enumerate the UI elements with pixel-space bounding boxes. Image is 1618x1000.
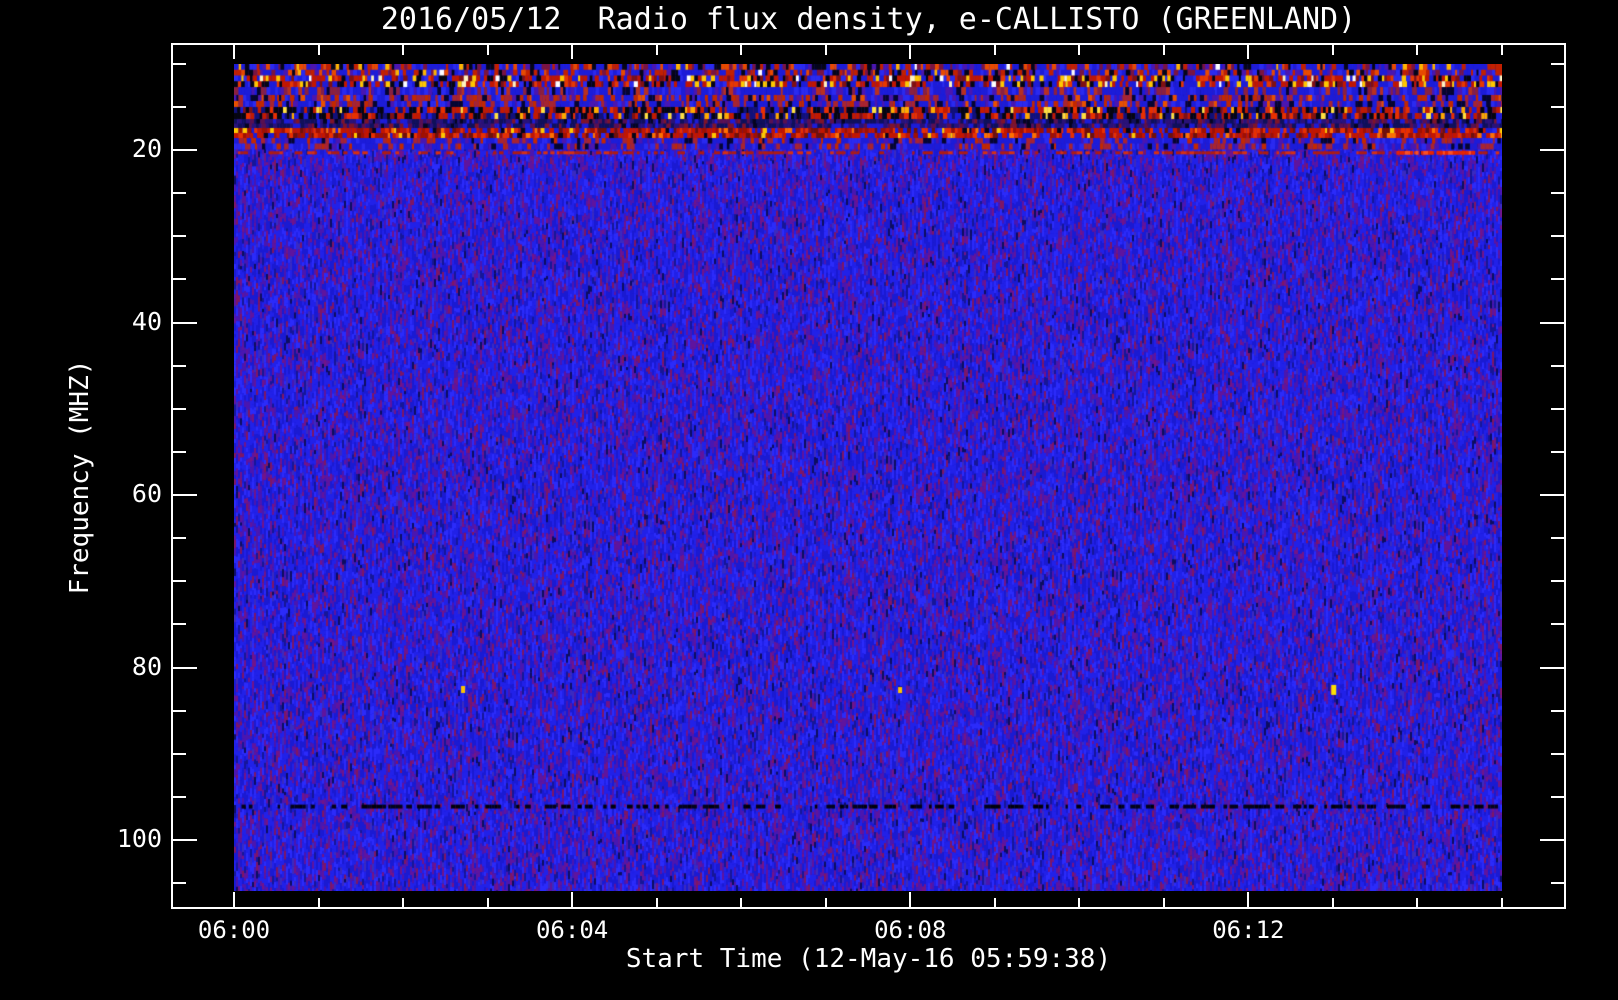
y-minor-tick-right	[1551, 580, 1564, 583]
y-minor-tick	[173, 795, 186, 798]
y-minor-tick-right	[1551, 105, 1564, 108]
x-minor-tick	[655, 898, 658, 907]
y-minor-tick-right	[1551, 62, 1564, 65]
x-major-tick	[1247, 892, 1250, 907]
x-major-tick-top	[909, 45, 912, 59]
spectrogram-page: 2016/05/12 Radio flux density, e-CALLIST…	[0, 0, 1618, 1000]
x-tick-label: 06:12	[1212, 916, 1285, 944]
x-minor-tick	[993, 898, 996, 907]
y-minor-tick	[173, 882, 186, 885]
y-minor-tick	[173, 623, 186, 626]
y-major-tick	[173, 321, 197, 324]
y-minor-tick	[173, 752, 186, 755]
x-major-tick	[571, 892, 574, 907]
x-axis-title: Start Time (12-May-16 05:59:38)	[625, 944, 1112, 974]
x-major-tick	[233, 892, 235, 907]
y-major-tick-right	[1540, 321, 1564, 324]
y-tick-label: 60	[131, 479, 162, 508]
x-minor-tick-top	[1078, 45, 1081, 55]
x-minor-tick	[1416, 898, 1419, 907]
y-major-tick	[173, 666, 197, 669]
y-tick-label: 40	[131, 306, 162, 336]
y-tick-label: 80	[131, 651, 162, 681]
x-tick-label: 06:04	[535, 916, 609, 944]
y-minor-tick-right	[1551, 192, 1564, 195]
x-major-tick	[909, 892, 912, 907]
plot-frame	[171, 43, 1566, 909]
y-minor-tick	[173, 709, 186, 712]
x-minor-tick-top	[1416, 45, 1419, 55]
x-major-tick-top	[233, 45, 235, 59]
y-minor-tick-right	[1551, 623, 1564, 626]
x-minor-tick	[1500, 898, 1503, 907]
x-minor-tick	[1078, 898, 1081, 907]
y-minor-tick-right	[1551, 407, 1564, 410]
y-major-tick-right	[1540, 494, 1564, 496]
y-major-tick	[173, 494, 197, 496]
y-major-tick	[173, 149, 197, 151]
x-minor-tick	[1331, 898, 1334, 907]
x-minor-tick	[317, 898, 320, 907]
x-major-tick-top	[571, 45, 574, 59]
y-major-tick-right	[1540, 839, 1564, 841]
y-minor-tick	[173, 580, 186, 583]
y-minor-tick-right	[1551, 450, 1564, 453]
y-major-tick	[173, 839, 197, 841]
y-minor-tick-right	[1551, 537, 1564, 540]
y-minor-tick-right	[1551, 235, 1564, 238]
y-minor-tick	[173, 192, 186, 195]
y-minor-tick-right	[1551, 278, 1564, 281]
y-minor-tick-right	[1551, 364, 1564, 367]
x-minor-tick	[486, 898, 489, 907]
x-minor-tick-top	[486, 45, 489, 55]
x-minor-tick-top	[993, 45, 996, 55]
y-minor-tick	[173, 450, 186, 453]
x-minor-tick-top	[1500, 45, 1503, 55]
x-minor-tick-top	[655, 45, 658, 55]
x-tick-label: 06:00	[197, 916, 271, 944]
y-tick-label: 100	[116, 824, 162, 853]
y-minor-tick	[173, 278, 186, 281]
x-minor-tick	[1162, 898, 1165, 907]
y-minor-tick-right	[1551, 882, 1564, 885]
y-minor-tick-right	[1551, 752, 1564, 755]
x-tick-label: 06:08	[874, 916, 947, 944]
x-minor-tick-top	[1162, 45, 1165, 55]
x-minor-tick	[402, 898, 405, 907]
x-major-tick-top	[1247, 45, 1250, 59]
y-minor-tick-right	[1551, 709, 1564, 712]
y-minor-tick	[173, 364, 186, 367]
x-minor-tick	[824, 898, 827, 907]
y-minor-tick	[173, 105, 186, 108]
x-minor-tick-top	[740, 45, 743, 55]
y-major-tick-right	[1540, 149, 1564, 151]
y-minor-tick	[173, 407, 186, 410]
y-minor-tick	[173, 235, 186, 238]
chart-title: 2016/05/12 Radio flux density, e-CALLIST…	[380, 2, 1357, 37]
y-minor-tick	[173, 62, 186, 65]
y-minor-tick-right	[1551, 795, 1564, 798]
x-minor-tick-top	[1331, 45, 1334, 55]
x-minor-tick	[740, 898, 743, 907]
x-minor-tick-top	[402, 45, 405, 55]
x-minor-tick-top	[824, 45, 827, 55]
x-minor-tick-top	[317, 45, 320, 55]
y-tick-label: 20	[131, 134, 162, 163]
y-minor-tick	[173, 537, 186, 540]
y-major-tick-right	[1540, 666, 1564, 669]
y-axis-title: Frequency (MHZ)	[65, 359, 95, 595]
